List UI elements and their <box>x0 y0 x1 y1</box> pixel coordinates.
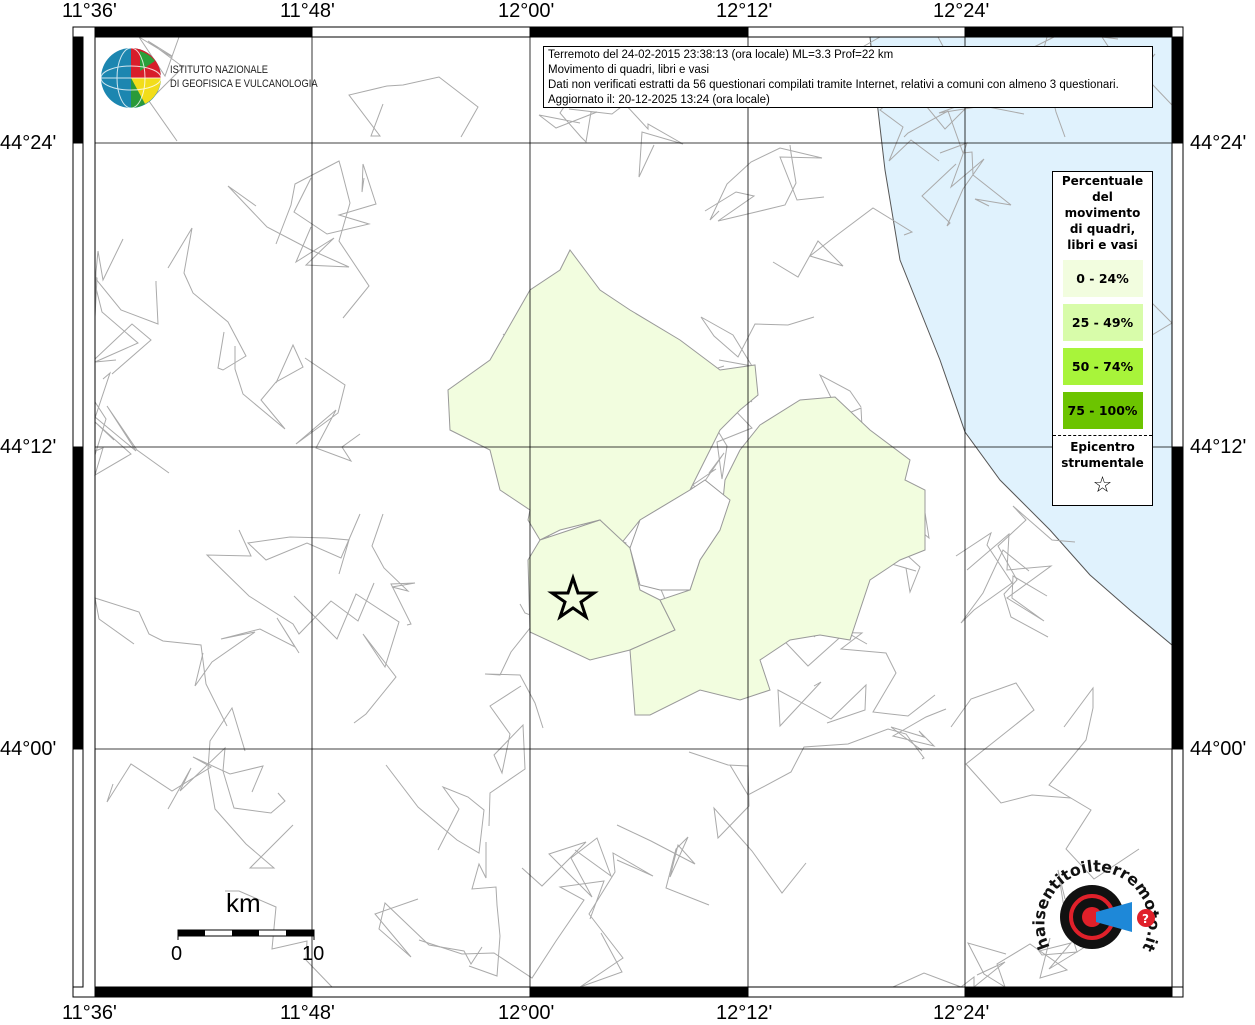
lon-label-top: 11°36' <box>62 0 117 22</box>
legend-class-25-49: 25 - 49% <box>1062 304 1143 341</box>
frame-band <box>964 986 1173 998</box>
lat-label-right: 44°24' <box>1190 132 1247 154</box>
legend-title-line: libri e vasi <box>1067 238 1138 252</box>
frame-band <box>72 142 84 448</box>
scale-unit: km <box>226 888 261 918</box>
ingv-logo-line: ISTITUTO NAZIONALE <box>170 64 269 76</box>
star-outline-icon: ☆ <box>1092 473 1113 498</box>
lon-label-bottom: 11°48' <box>280 1002 335 1024</box>
lon-label-bottom: 12°12' <box>716 1002 773 1024</box>
frame-band <box>747 26 966 38</box>
frame-band <box>94 986 313 998</box>
frame-band <box>311 986 531 998</box>
frame-band <box>1171 36 1184 144</box>
scale-min: 0 <box>171 943 183 965</box>
frame-band <box>94 26 313 38</box>
frame-band <box>964 26 1173 38</box>
legend-epicenter-label: Epicentro strumentale <box>1053 439 1152 471</box>
frame-band <box>1171 748 1184 988</box>
frame-band <box>311 26 531 38</box>
frame-band <box>72 36 84 144</box>
legend-title-line: di quadri, <box>1069 222 1136 236</box>
legend-title-line: Percentuale <box>1061 174 1144 188</box>
lat-label-left: 44°00' <box>0 738 57 760</box>
frame-band <box>72 446 84 750</box>
legend-epicenter-line: strumentale <box>1061 456 1144 470</box>
legend-class-0-24: 0 - 24% <box>1062 260 1143 297</box>
lon-label-top: 12°24' <box>933 0 990 22</box>
legend-title-line: del <box>1092 190 1113 204</box>
legend-class-75-100: 75 - 100% <box>1062 392 1143 429</box>
data-note: Dati non verificati estratti da 56 quest… <box>548 79 1119 91</box>
legend-divider <box>1053 435 1152 436</box>
lat-label-left: 44°12' <box>0 436 57 458</box>
legend-title: Percentuale del movimento di quadri, lib… <box>1053 173 1152 253</box>
ingv-logo-text: ISTITUTO NAZIONALE DI GEOFISICA E VULCAN… <box>170 63 318 91</box>
lat-label-left: 44°24' <box>0 132 57 154</box>
map-subject: Movimento di quadri, libri e vasi <box>548 64 710 76</box>
svg-text:?: ? <box>1142 912 1149 926</box>
haisentito-logo: haisentitoilterremoto.it ? <box>1030 857 1164 956</box>
frame-band <box>529 26 749 38</box>
ingv-logo-line: DI GEOFISICA E VULCANOLOGIA <box>170 78 318 90</box>
lon-label-bottom: 12°00' <box>498 1002 555 1024</box>
lon-label-bottom: 12°24' <box>933 1002 990 1024</box>
legend-title-line: movimento <box>1064 206 1141 220</box>
lat-label-right: 44°00' <box>1190 738 1247 760</box>
event-title: Terremoto del 24-02-2015 23:38:13 (ora l… <box>548 49 894 61</box>
legend: Percentuale del movimento di quadri, lib… <box>1052 171 1153 506</box>
legend-class-50-74: 50 - 74% <box>1062 348 1143 385</box>
frame-band <box>72 748 84 988</box>
frame-band <box>1171 142 1184 448</box>
frame-band <box>747 986 966 998</box>
lon-label-top: 12°12' <box>716 0 773 22</box>
scale-max: 10 <box>302 943 325 965</box>
event-info-box: Terremoto del 24-02-2015 23:38:13 (ora l… <box>543 46 1153 108</box>
frame-band <box>1171 446 1184 750</box>
lon-label-top: 11°48' <box>280 0 335 22</box>
lon-label-top: 12°00' <box>498 0 555 22</box>
ingv-logo <box>100 47 162 109</box>
frame-band <box>529 986 749 998</box>
lon-label-bottom: 11°36' <box>62 1002 117 1024</box>
legend-epicenter-line: Epicentro <box>1070 440 1135 454</box>
lat-label-right: 44°12' <box>1190 436 1247 458</box>
update-time: Aggiornato il: 20-12-2025 13:24 (ora loc… <box>548 94 770 106</box>
